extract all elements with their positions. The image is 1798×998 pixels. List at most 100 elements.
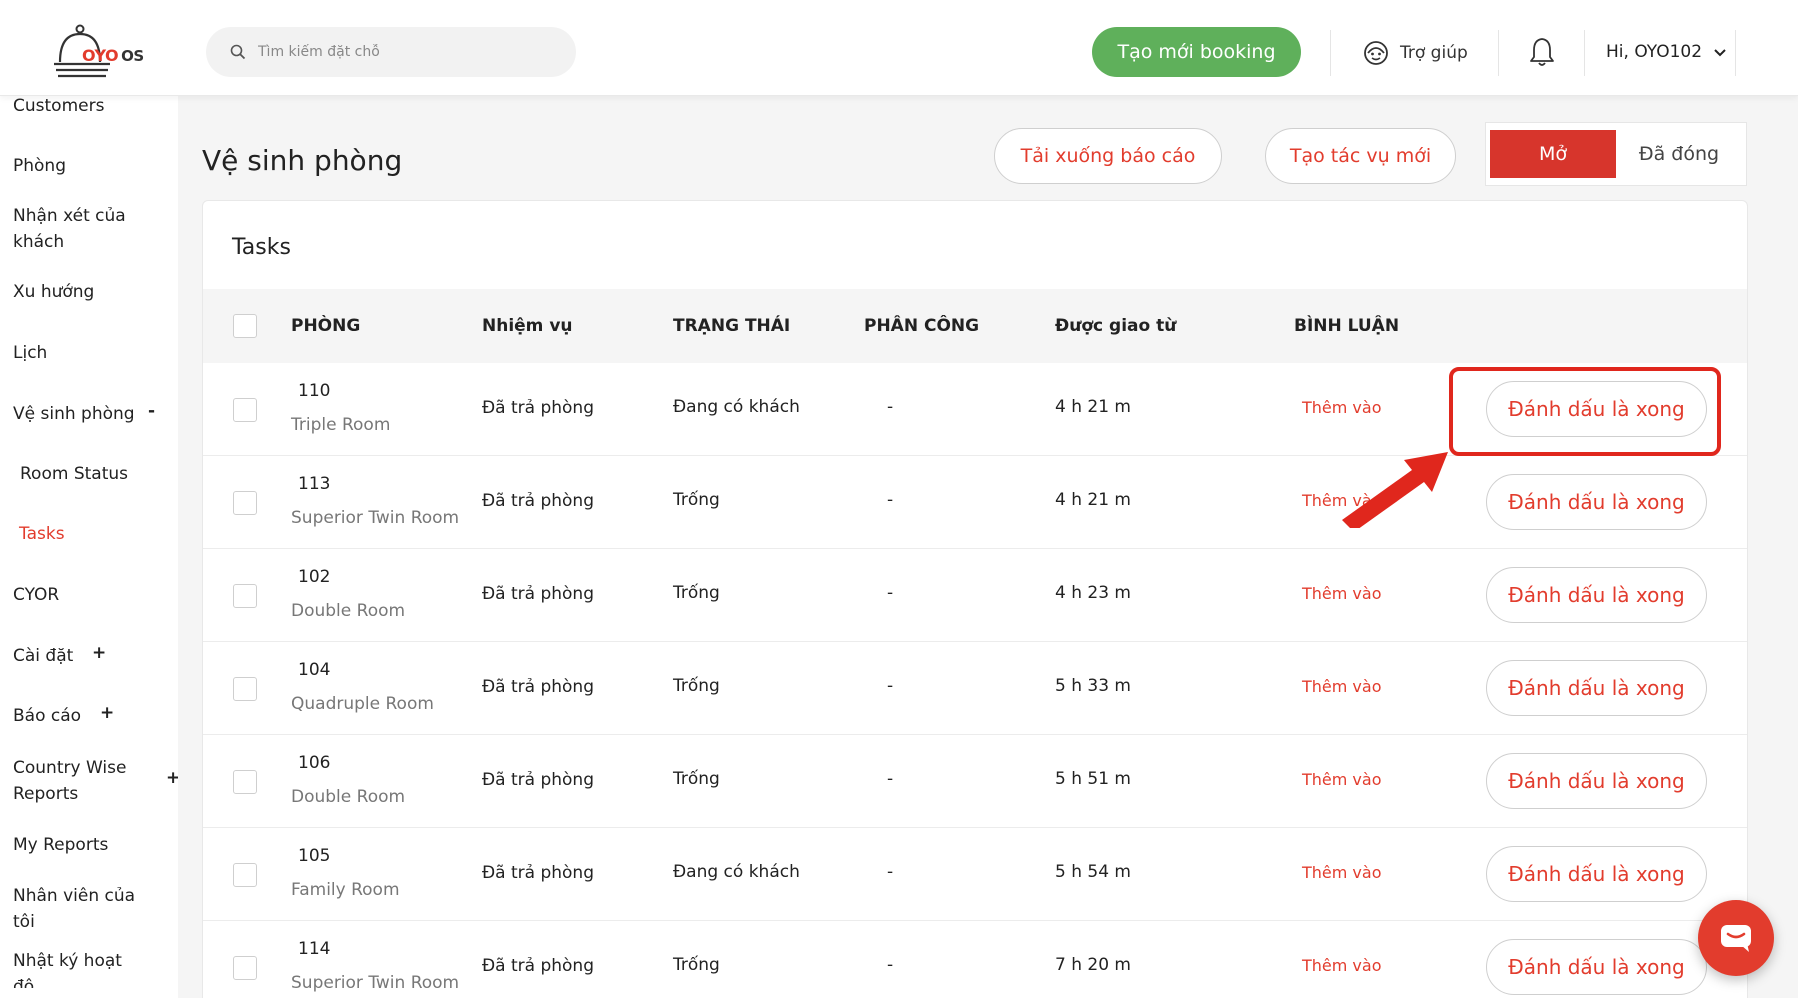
room-number: 106 (298, 753, 331, 773)
sidebar-item-my-staff-line2[interactable]: tôi (13, 909, 35, 935)
sidebar-item-my-reports[interactable]: My Reports (13, 832, 108, 858)
mark-done-button[interactable]: Đánh dấu là xong (1486, 567, 1707, 623)
highlight-box (1449, 367, 1721, 456)
sidebar-item-country-wise-reports-line2[interactable]: Reports (13, 781, 78, 807)
room-type: Double Room (291, 601, 406, 621)
room-type: Double Room (291, 787, 406, 807)
row-checkbox[interactable] (233, 770, 257, 794)
main-content: Vệ sinh phòng Tải xuống báo cáo Tạo tác … (178, 96, 1798, 998)
row-checkbox[interactable] (233, 677, 257, 701)
table-row: 105 Family Room Đã trả phòng Đang có khá… (203, 828, 1747, 921)
search-input[interactable] (258, 44, 558, 60)
mark-done-button[interactable]: Đánh dấu là xong (1486, 474, 1707, 530)
sidebar: Customers Phòng Nhận xét của khách Xu hư… (0, 96, 178, 988)
row-checkbox[interactable] (233, 398, 257, 422)
sidebar-item-trends[interactable]: Xu hướng (13, 279, 94, 305)
tab-closed[interactable]: Đã đóng (1616, 130, 1742, 178)
add-comment-link[interactable]: Thêm vào (1302, 863, 1382, 882)
status-cell: Trống (673, 583, 720, 603)
chevron-down-icon (1714, 49, 1726, 57)
assignee-cell: - (887, 397, 894, 417)
room-type: Triple Room (291, 415, 391, 435)
sidebar-item-calendar[interactable]: Lịch (13, 340, 47, 366)
table-header: PHÒNG Nhiệm vụ TRẠNG THÁI PHÂN CÔNG Được… (203, 289, 1747, 363)
mark-done-button[interactable]: Đánh dấu là xong (1486, 753, 1707, 809)
room-type: Superior Twin Room (291, 508, 460, 528)
user-menu[interactable]: Hi, OYO102 (1606, 38, 1728, 66)
task-cell: Đã trả phòng (482, 863, 595, 883)
row-checkbox[interactable] (233, 863, 257, 887)
user-greeting: Hi, OYO102 (1606, 42, 1703, 62)
room-number: 110 (298, 381, 331, 401)
collapse-toggle[interactable]: - (148, 401, 155, 421)
card-title: Tasks (232, 235, 291, 260)
row-checkbox[interactable] (233, 584, 257, 608)
expand-toggle[interactable]: + (100, 703, 114, 723)
sidebar-item-settings[interactable]: Cài đặt (13, 643, 73, 669)
support-agent-icon (1364, 41, 1388, 65)
sidebar-item-rooms[interactable]: Phòng (13, 153, 66, 179)
room-number: 102 (298, 567, 331, 587)
create-task-button[interactable]: Tạo tác vụ mới (1265, 128, 1456, 184)
assigned-since-cell: 5 h 54 m (1055, 862, 1131, 882)
column-header-room: PHÒNG (291, 316, 361, 336)
assigned-since-cell: 4 h 21 m (1055, 490, 1131, 510)
status-cell: Trống (673, 955, 720, 975)
mark-done-button[interactable]: Đánh dấu là xong (1486, 939, 1707, 995)
help-link[interactable]: Trợ giúp (1362, 36, 1468, 70)
expand-toggle[interactable]: + (166, 768, 178, 788)
assignee-cell: - (887, 583, 894, 603)
divider (1584, 30, 1585, 76)
sidebar-item-reports[interactable]: Báo cáo (13, 703, 81, 729)
search-icon (230, 44, 246, 60)
sidebar-item-room-status[interactable]: Room Status (20, 461, 128, 487)
sidebar-item-guest-reviews-line2[interactable]: khách (13, 229, 64, 255)
add-comment-link[interactable]: Thêm vào (1302, 770, 1382, 789)
notification-bell-icon[interactable] (1528, 36, 1556, 68)
row-checkbox[interactable] (233, 491, 257, 515)
sidebar-item-tasks[interactable]: Tasks (19, 521, 65, 547)
add-comment-link[interactable]: Thêm vào (1302, 677, 1382, 696)
sidebar-item-housekeeping[interactable]: Vệ sinh phòng (13, 401, 135, 427)
column-header-status: TRẠNG THÁI (673, 316, 791, 336)
mark-done-button[interactable]: Đánh dấu là xong (1486, 846, 1707, 902)
column-header-task: Nhiệm vụ (482, 316, 573, 336)
table-row: 114 Superior Twin Room Đã trả phòng Trốn… (203, 921, 1747, 998)
sidebar-item-customers[interactable]: Customers (13, 96, 104, 119)
sidebar-item-activity-log-line2[interactable]: đô (13, 974, 34, 988)
oyo-logo[interactable]: OYO OS (52, 24, 162, 80)
task-cell: Đã trả phòng (482, 956, 595, 976)
download-report-button[interactable]: Tải xuống báo cáo (994, 128, 1222, 184)
assigned-since-cell: 5 h 33 m (1055, 676, 1131, 696)
task-cell: Đã trả phòng (482, 491, 595, 511)
table-row: 113 Superior Twin Room Đã trả phòng Trốn… (203, 456, 1747, 549)
add-comment-link[interactable]: Thêm vào (1302, 584, 1382, 603)
row-checkbox[interactable] (233, 956, 257, 980)
select-all-checkbox[interactable] (233, 314, 257, 338)
sidebar-item-my-staff[interactable]: Nhân viên của (13, 883, 135, 909)
assignee-cell: - (887, 862, 894, 882)
task-cell: Đã trả phòng (482, 770, 595, 790)
divider (1498, 30, 1499, 76)
room-number: 105 (298, 846, 331, 866)
divider (1735, 30, 1736, 76)
add-comment-link[interactable]: Thêm vào (1302, 956, 1382, 975)
status-cell: Trống (673, 676, 720, 696)
new-booking-button[interactable]: Tạo mới booking (1092, 27, 1301, 77)
sidebar-item-cyor[interactable]: CYOR (13, 582, 59, 608)
sidebar-item-country-wise-reports[interactable]: Country Wise (13, 755, 126, 781)
column-header-assigned-since: Được giao từ (1055, 316, 1177, 336)
assignee-cell: - (887, 955, 894, 975)
column-header-comment: BÌNH LUẬN (1294, 316, 1400, 336)
sidebar-item-guest-reviews[interactable]: Nhận xét của (13, 203, 126, 229)
chat-widget-button[interactable] (1698, 900, 1774, 976)
mark-done-button[interactable]: Đánh dấu là xong (1486, 660, 1707, 716)
expand-toggle[interactable]: + (92, 643, 106, 663)
room-type: Quadruple Room (291, 694, 434, 714)
sidebar-item-activity-log[interactable]: Nhật ký hoạt (13, 948, 122, 974)
room-number: 113 (298, 474, 331, 494)
add-comment-link[interactable]: Thêm vào (1302, 398, 1382, 417)
tab-open[interactable]: Mở (1490, 130, 1616, 178)
search-bar[interactable] (206, 27, 576, 77)
task-cell: Đã trả phòng (482, 398, 595, 418)
